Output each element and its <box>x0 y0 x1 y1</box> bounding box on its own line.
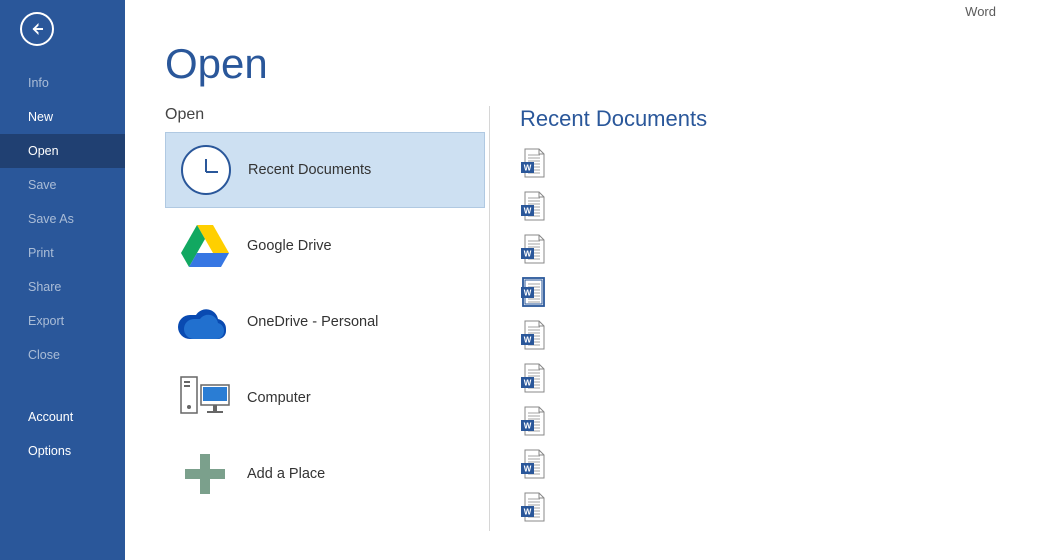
sidebar-item-options[interactable]: Options <box>0 434 125 468</box>
source-label: Computer <box>247 390 311 406</box>
svg-text:W: W <box>524 289 532 298</box>
recent-document[interactable]: W <box>520 144 707 187</box>
word-document-icon: W <box>520 406 546 441</box>
svg-text:W: W <box>524 465 532 474</box>
word-document-icon: W <box>520 148 546 183</box>
recent-column: Recent Documents W W W W W W W W W <box>520 106 707 531</box>
back-button[interactable] <box>20 12 54 46</box>
svg-text:W: W <box>524 336 532 345</box>
sidebar-item-print[interactable]: Print <box>0 236 125 270</box>
sidebar-item-account[interactable]: Account <box>0 400 125 434</box>
svg-text:W: W <box>524 250 532 259</box>
recent-document[interactable]: W <box>520 187 707 230</box>
sources-column: Open Recent Documents Google Drive OneDriv… <box>165 106 485 531</box>
word-document-icon: W <box>520 363 546 398</box>
recent-document[interactable]: W <box>520 230 707 273</box>
backstage-sidebar: InfoNewOpenSaveSave AsPrintShareExportCl… <box>0 0 125 560</box>
source-label: OneDrive - Personal <box>247 314 378 330</box>
onedrive-icon <box>177 294 233 350</box>
page-title: Open <box>165 40 1056 88</box>
word-document-icon: W <box>520 320 546 355</box>
source-label: Google Drive <box>247 238 332 254</box>
back-arrow-icon <box>28 20 46 38</box>
sidebar-item-export[interactable]: Export <box>0 304 125 338</box>
sidebar-item-close[interactable]: Close <box>0 338 125 372</box>
sidebar-item-new[interactable]: New <box>0 100 125 134</box>
plus-icon <box>177 446 233 502</box>
sidebar-item-info[interactable]: Info <box>0 66 125 100</box>
word-document-icon: W <box>520 492 546 527</box>
source-add-a-place[interactable]: Add a Place <box>165 436 485 512</box>
word-document-icon: W <box>520 449 546 484</box>
sidebar-item-open[interactable]: Open <box>0 134 125 168</box>
source-recent-documents[interactable]: Recent Documents <box>165 132 485 208</box>
sidebar-item-save-as[interactable]: Save As <box>0 202 125 236</box>
svg-text:W: W <box>524 379 532 388</box>
sidebar-item-share[interactable]: Share <box>0 270 125 304</box>
source-label: Add a Place <box>247 466 325 482</box>
source-computer[interactable]: Computer <box>165 360 485 436</box>
svg-text:W: W <box>524 207 532 216</box>
main-panel: Open Open Recent Documents Google Drive On… <box>125 0 1056 560</box>
source-label: Recent Documents <box>248 162 371 178</box>
recent-document[interactable]: W <box>520 273 707 316</box>
recent-document[interactable]: W <box>520 316 707 359</box>
word-document-icon: W <box>520 234 546 269</box>
recent-document[interactable]: W <box>520 488 707 531</box>
clock-icon <box>178 142 234 198</box>
computer-icon <box>177 370 233 426</box>
column-divider <box>489 106 490 531</box>
recent-heading: Recent Documents <box>520 106 707 132</box>
recent-document[interactable]: W <box>520 445 707 488</box>
source-onedrive-personal[interactable]: OneDrive - Personal <box>165 284 485 360</box>
recent-document[interactable]: W <box>520 359 707 402</box>
source-google-drive[interactable]: Google Drive <box>165 208 485 284</box>
sources-heading: Open <box>165 106 485 124</box>
sidebar-item-save[interactable]: Save <box>0 168 125 202</box>
word-document-icon: W <box>520 191 546 226</box>
svg-text:W: W <box>524 164 532 173</box>
gdrive-icon <box>177 218 233 274</box>
svg-text:W: W <box>524 422 532 431</box>
word-document-icon: W <box>520 277 546 312</box>
svg-text:W: W <box>524 508 532 517</box>
recent-document[interactable]: W <box>520 402 707 445</box>
